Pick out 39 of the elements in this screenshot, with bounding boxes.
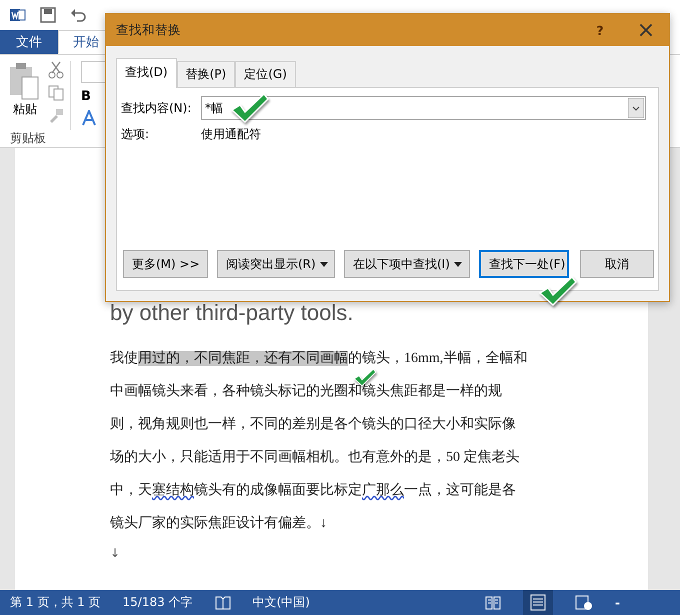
- dialog-button[interactable]: 查找下一处(F): [479, 250, 569, 278]
- caret-icon: [454, 262, 462, 267]
- scissors-icon[interactable]: [48, 61, 64, 79]
- web-layout-icon[interactable]: [575, 594, 594, 610]
- read-mode-icon[interactable]: [485, 596, 502, 610]
- help-button[interactable]: ?: [577, 14, 623, 46]
- text-effects-icon[interactable]: [81, 110, 97, 126]
- paste-label[interactable]: 粘贴: [13, 101, 37, 118]
- find-label: 查找内容(N):: [121, 100, 192, 116]
- page-count[interactable]: 第 1 页，共 1 页: [10, 594, 101, 611]
- dialog-tab[interactable]: 查找(D): [116, 58, 177, 88]
- close-button[interactable]: ×: [623, 14, 669, 46]
- language[interactable]: 中文(中国): [252, 594, 310, 611]
- document-paragraph: 我使用过的，不同焦距，还有不同画幅的镜头，16mm,半幅，全幅和中画幅镜头来看，各种镜头标记的光圈和镜头焦距都是一样的规则，视角规则也一样，不同的差别是各个镜头的口径大小和实际像场的大小，只能适用于不同画幅相机。也有意外的是，50 定焦老头中，天塞结构镜头有的成像幅面要比标定广那么一点，这可能是各镜头厂家的实际焦距设计有偏差。↓: [110, 350, 528, 533]
- check-mark-icon: [230, 92, 270, 124]
- ribbon-tab[interactable]: 文件: [0, 30, 58, 54]
- caret-icon: [320, 262, 328, 267]
- paragraph-mark: ↓: [110, 546, 122, 560]
- copy-icon[interactable]: [48, 85, 64, 101]
- dialog-tab[interactable]: 定位(G): [235, 61, 296, 87]
- find-field[interactable]: *幅: [201, 96, 646, 120]
- document-heading: by other third-party tools.: [110, 300, 354, 326]
- save-icon[interactable]: [40, 7, 56, 23]
- print-layout-icon[interactable]: [523, 590, 554, 615]
- options-label: 选项:: [121, 126, 150, 142]
- dialog-button[interactable]: 更多(M) >>: [123, 250, 208, 278]
- zoom-out-button[interactable]: -: [615, 596, 670, 610]
- dialog-button[interactable]: 阅读突出显示(R): [217, 250, 335, 278]
- dialog-tab[interactable]: 替换(P): [176, 61, 236, 87]
- dialog-title: 查找和替换: [116, 22, 181, 38]
- options-value: 使用通配符: [201, 126, 261, 142]
- proofing-book-icon[interactable]: [214, 596, 231, 610]
- dialog-button[interactable]: 在以下项中查找(I): [344, 250, 470, 278]
- dropdown-icon[interactable]: [628, 98, 644, 118]
- group-label: 剪贴板: [10, 130, 46, 147]
- word-count[interactable]: 15/183 个字: [122, 594, 193, 611]
- word-logo-icon[interactable]: [10, 7, 26, 23]
- dialog-button[interactable]: 取消: [580, 250, 654, 278]
- undo-icon[interactable]: [70, 7, 88, 23]
